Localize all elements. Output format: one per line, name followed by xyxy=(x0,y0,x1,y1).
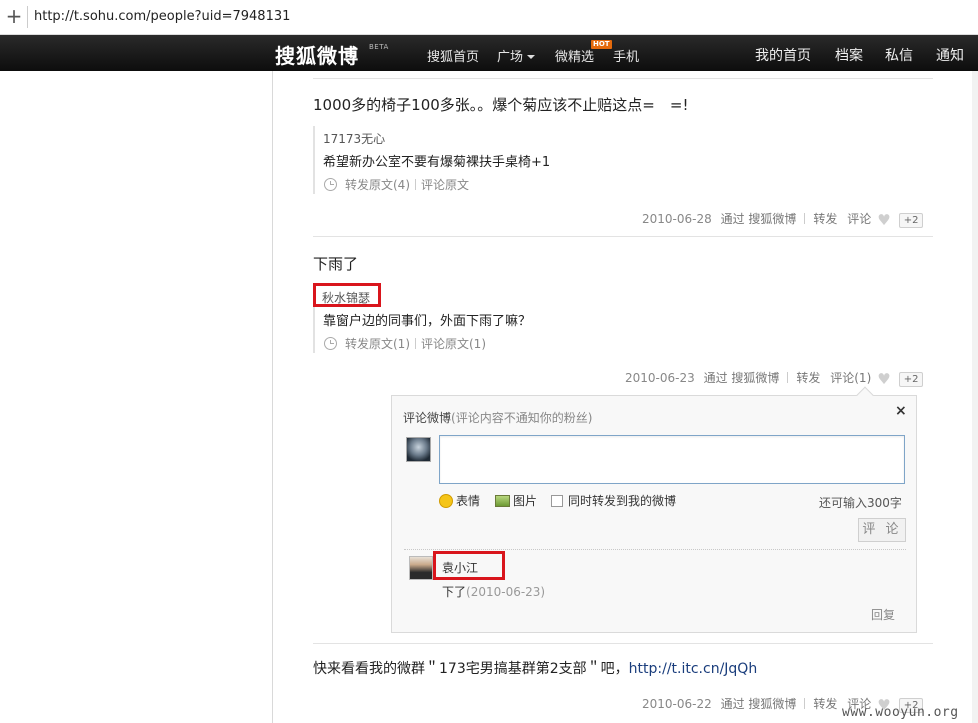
forward-button[interactable]: 转发 xyxy=(796,371,820,385)
top-nav: 搜狐微博 BETA 搜狐首页 广场 微精选 HOT 手机 我的首页 档案 私信 … xyxy=(0,35,978,71)
post-via[interactable]: 通过 搜狐微博 xyxy=(704,371,780,385)
post-text: 下雨了 xyxy=(313,255,359,273)
separator xyxy=(804,213,806,224)
address-separator xyxy=(27,6,28,28)
panel-notch xyxy=(856,386,874,404)
nav-sohu-home[interactable]: 搜狐首页 xyxy=(427,46,479,65)
forward-button[interactable]: 转发 xyxy=(813,697,837,711)
separator xyxy=(787,372,789,383)
separator xyxy=(804,698,806,709)
nav-my-home[interactable]: 我的首页 xyxy=(755,45,811,65)
separator xyxy=(415,338,416,349)
comment-body: 下了 xyxy=(442,585,467,599)
submit-comment-button[interactable]: 评 论 xyxy=(858,518,906,542)
plus-one-button[interactable]: +2 xyxy=(898,372,924,387)
comment-text: 下了(2010-06-23) xyxy=(442,583,545,600)
image-icon xyxy=(495,495,510,507)
quote-meta: 转发原文(4) 评论原文 xyxy=(324,176,469,193)
quote-bar xyxy=(313,126,315,194)
post-date[interactable]: 2010-06-22 xyxy=(642,697,712,711)
beta-label: BETA xyxy=(369,43,389,51)
nav-profile[interactable]: 档案 xyxy=(835,45,863,65)
clock-icon xyxy=(324,337,337,350)
quote-forward-link[interactable]: 转发原文(4) xyxy=(345,178,410,192)
nav-notifications[interactable]: 通知 xyxy=(936,45,964,65)
comment-panel: 评论微博(评论内容不通知你的粉丝) × 表情 图片 同时转发到我的微博 还可输入… xyxy=(391,386,917,633)
nav-square-label: 广场 xyxy=(497,50,524,65)
post-link[interactable]: http://t.itc.cn/JqQh xyxy=(629,661,758,677)
post-meta: 2010-06-28 通过 搜狐微博 转发 评论 ♥ +2 xyxy=(642,210,924,229)
avatar[interactable] xyxy=(409,556,433,580)
post-date[interactable]: 2010-06-23 xyxy=(625,371,695,385)
post-meta: 2010-06-23 通过 搜狐微博 转发 评论(1) ♥ +2 xyxy=(625,369,924,388)
site-logo[interactable]: 搜狐微博 xyxy=(275,40,359,69)
divider xyxy=(313,236,933,237)
nav-mobile[interactable]: 手机 xyxy=(613,46,639,65)
new-tab-icon[interactable]: + xyxy=(5,6,23,28)
heart-icon[interactable]: ♥ xyxy=(877,211,890,229)
post-date[interactable]: 2010-06-28 xyxy=(642,212,712,226)
hot-badge: HOT xyxy=(591,40,612,49)
comment-button[interactable]: 评论(1) xyxy=(830,371,871,385)
also-forward-label: 同时转发到我的微博 xyxy=(568,494,677,508)
quote-meta: 转发原文(1) 评论原文(1) xyxy=(324,335,486,352)
reply-button[interactable]: 回复 xyxy=(871,606,895,623)
comment-title-sub: (评论内容不通知你的粉丝) xyxy=(451,411,593,425)
emoji-label: 表情 xyxy=(456,494,481,508)
scrollbar[interactable] xyxy=(972,71,978,723)
post-text: 快来看看我的微群＂173宅男搞基群第2支部＂吧，http://t.itc.cn/… xyxy=(313,658,757,678)
emoji-button[interactable]: 表情 xyxy=(439,492,480,509)
nav-picks[interactable]: 微精选 xyxy=(555,46,594,65)
post-via[interactable]: 通过 搜狐微博 xyxy=(721,697,797,711)
separator xyxy=(415,179,416,190)
nav-square[interactable]: 广场 xyxy=(497,46,536,65)
comment-button[interactable]: 评论 xyxy=(847,212,871,226)
also-forward-option[interactable]: 同时转发到我的微博 xyxy=(551,492,676,509)
post-via[interactable]: 通过 搜狐微博 xyxy=(721,212,797,226)
quote-text: 希望新办公室不要有爆菊裸扶手桌椅+1 xyxy=(323,155,551,170)
comment-title-main: 评论微博 xyxy=(403,411,452,425)
comment-panel-title: 评论微博(评论内容不通知你的粉丝) xyxy=(403,409,592,426)
remaining-count: 还可输入300字 xyxy=(819,496,902,510)
watermark: www.wooyun.org xyxy=(842,705,959,720)
forward-button[interactable]: 转发 xyxy=(813,212,837,226)
avatar[interactable] xyxy=(406,437,431,462)
clock-icon xyxy=(324,178,337,191)
divider xyxy=(404,549,906,550)
post-text: 1000多的椅子100多张。。爆个菊应该不止赔这点= =! xyxy=(313,96,689,114)
image-label: 图片 xyxy=(513,494,538,508)
quote-comment-link[interactable]: 评论原文(1) xyxy=(421,337,486,351)
quote-forward-link[interactable]: 转发原文(1) xyxy=(345,337,410,351)
quote-text: 靠窗户边的同事们，外面下雨了嘛？ xyxy=(323,314,532,329)
highlight-box xyxy=(433,551,505,580)
address-bar: + http://t.sohu.com/people?uid=7948131 xyxy=(0,0,978,35)
url-field[interactable]: http://t.sohu.com/people?uid=7948131 xyxy=(34,9,290,24)
quote-author[interactable]: 17173无心 xyxy=(323,130,385,147)
smile-icon xyxy=(439,494,453,508)
column-divider xyxy=(272,71,273,723)
heart-icon[interactable]: ♥ xyxy=(877,370,890,388)
plus-one-button[interactable]: +2 xyxy=(898,213,924,228)
nav-messages[interactable]: 私信 xyxy=(885,45,913,65)
post-text-body: 快来看看我的微群＂173宅男搞基群第2支部＂吧， xyxy=(313,661,629,677)
divider xyxy=(313,78,933,79)
comment-date: (2010-06-23) xyxy=(466,585,546,599)
also-forward-checkbox[interactable] xyxy=(551,495,563,507)
quote-comment-link[interactable]: 评论原文 xyxy=(421,178,469,192)
highlight-box xyxy=(313,283,381,307)
close-icon[interactable]: × xyxy=(895,403,907,419)
chevron-down-icon xyxy=(527,55,536,59)
divider xyxy=(313,643,933,644)
comment-input[interactable] xyxy=(439,435,905,484)
image-button[interactable]: 图片 xyxy=(495,492,537,509)
